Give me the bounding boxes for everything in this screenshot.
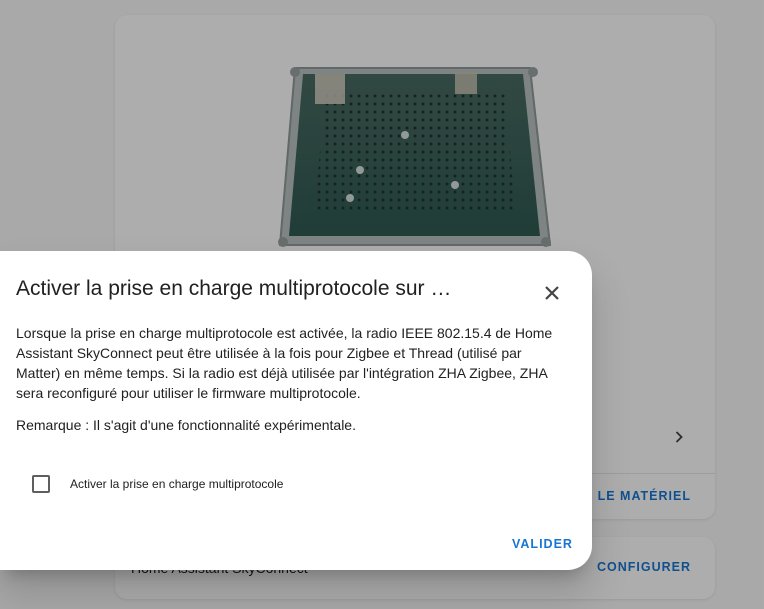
dialog-body: Lorsque la prise en charge multiprotocol…: [16, 323, 561, 403]
multiprotocol-dialog: Activer la prise en charge multiprotocol…: [0, 251, 592, 570]
multiprotocol-checkbox[interactable]: [32, 475, 50, 493]
multiprotocol-checkbox-row[interactable]: Activer la prise en charge multiprotocol…: [22, 475, 283, 493]
submit-button[interactable]: VALIDER: [512, 537, 573, 551]
dialog-description: Lorsque la prise en charge multiprotocol…: [16, 325, 553, 401]
dialog-note: Remarque : Il s'agit d'une fonctionnalit…: [16, 417, 356, 433]
dialog-title: Activer la prise en charge multiprotocol…: [16, 277, 452, 300]
close-icon: [545, 286, 559, 300]
close-button[interactable]: [538, 279, 566, 307]
checkbox-label: Activer la prise en charge multiprotocol…: [70, 477, 284, 491]
